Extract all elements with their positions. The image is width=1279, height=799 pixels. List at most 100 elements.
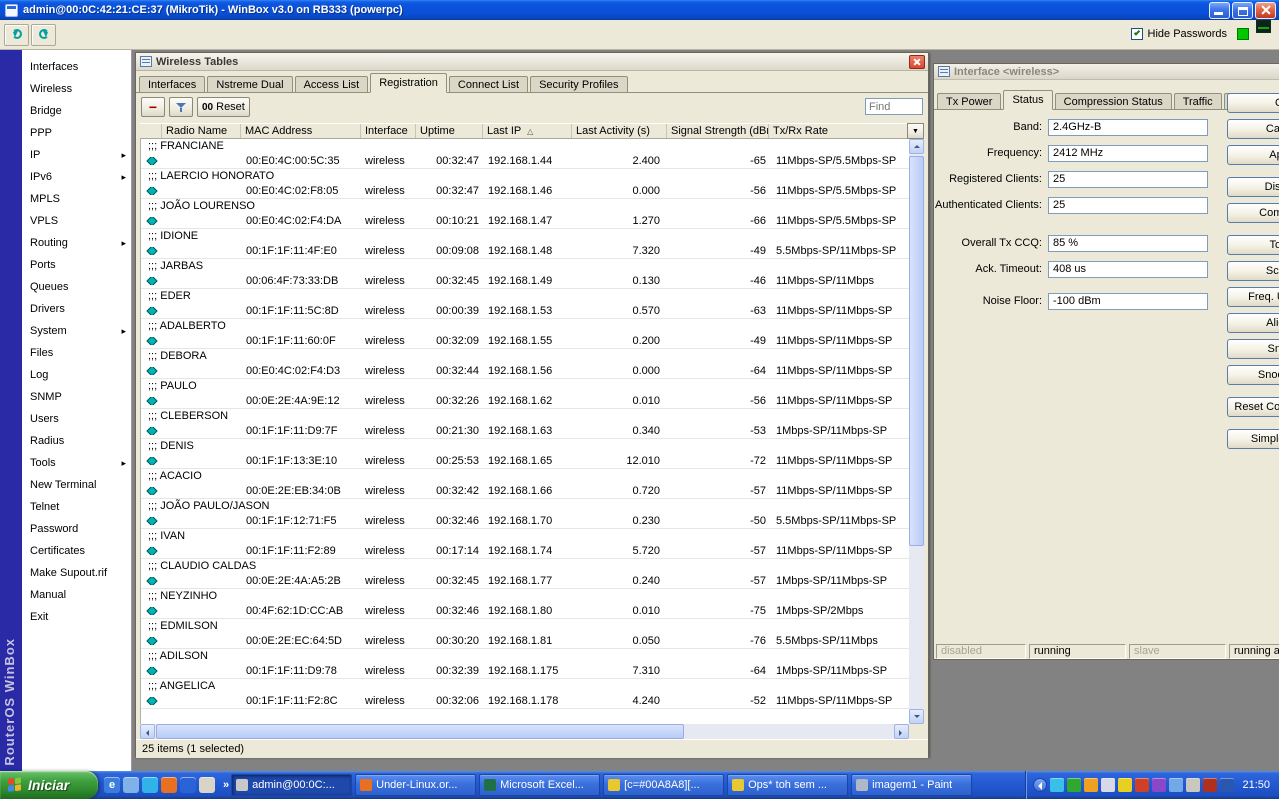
table-row[interactable]: ;;; EDER 00:1F:1F:11:5C:8D wireless 00:0…	[141, 289, 909, 319]
horizontal-scrollbar-thumb[interactable]	[156, 724, 684, 739]
tab[interactable]: Access List	[294, 76, 369, 93]
window-titlebar[interactable]: admin@00:0C:42:21:CE:37 (MikroTik) - Win…	[0, 0, 1279, 20]
sidebar-item[interactable]: New Terminal ▸	[22, 474, 131, 496]
show-desktop-icon[interactable]	[199, 777, 215, 793]
action-button[interactable]: Scan...	[1227, 261, 1279, 281]
table-row[interactable]: ;;; JOÃO PAULO/JASON 00:1F:1F:12:71:F5 w…	[141, 499, 909, 529]
undo-button[interactable]	[4, 24, 29, 46]
internet-explorer-icon[interactable]: e	[104, 777, 120, 793]
sidebar-item[interactable]: Manual ▸	[22, 584, 131, 606]
tray-collapse-icon[interactable]	[1033, 778, 1048, 792]
taskbar-task-button[interactable]: imagem1 - Paint	[851, 774, 973, 796]
redo-button[interactable]	[31, 24, 56, 46]
taskbar-task-button[interactable]: Ops* toh sem ...	[727, 774, 849, 796]
tab[interactable]: Compression Status	[1054, 93, 1172, 110]
network-icon[interactable]	[1050, 778, 1065, 792]
action-button[interactable]: Freq. Usage...	[1227, 287, 1279, 307]
table-row[interactable]: ;;; DEBORA 00:E0:4C:02:F4:D3 wireless 00…	[141, 349, 909, 379]
action-button[interactable]: Comment	[1227, 203, 1279, 223]
action-button[interactable]: Disable	[1227, 177, 1279, 197]
sidebar-item[interactable]: IPv6 ▸	[22, 166, 131, 188]
table-row[interactable]: ;;; DENIS 00:1F:1F:13:3E:10 wireless 00:…	[141, 439, 909, 469]
sidebar-item[interactable]: VPLS ▸	[22, 210, 131, 232]
close-window-button[interactable]	[909, 55, 925, 69]
update-icon[interactable]	[1118, 778, 1133, 792]
chevron-right-icon[interactable]: »	[221, 779, 231, 791]
flags-column-header[interactable]	[140, 124, 162, 138]
usb-icon[interactable]	[1169, 778, 1184, 792]
sidebar-item[interactable]: Make Supout.rif ▸	[22, 562, 131, 584]
scroll-up-icon[interactable]	[909, 139, 924, 154]
remove-button[interactable]: −	[141, 97, 165, 117]
tx-rx-rate-column-header[interactable]: Tx/Rx Rate	[769, 124, 909, 138]
sidebar-item[interactable]: Ports ▸	[22, 254, 131, 276]
tab[interactable]: Traffic	[1173, 93, 1222, 110]
table-row[interactable]: ;;; EDMILSON 00:0E:2E:EC:64:5D wireless …	[141, 619, 909, 649]
sidebar-item[interactable]: System ▸	[22, 320, 131, 342]
table-row[interactable]: ;;; CLAUDIO CALDAS 00:0E:2E:4A:A5:2B wir…	[141, 559, 909, 589]
horizontal-scrollbar[interactable]	[140, 724, 909, 739]
action-button[interactable]: OK	[1227, 93, 1279, 113]
scroll-right-icon[interactable]	[894, 724, 909, 739]
action-button[interactable]: Cancel	[1227, 119, 1279, 139]
reset-button[interactable]: 00 Reset	[197, 97, 250, 117]
media-player-icon[interactable]	[180, 777, 196, 793]
table-row[interactable]: ;;; NEYZINHO 00:4F:62:1D:CC:AB wireless …	[141, 589, 909, 619]
language-icon[interactable]	[1203, 778, 1218, 792]
table-row[interactable]: ;;; IDIONE 00:1F:1F:11:4F:E0 wireless 00…	[141, 229, 909, 259]
table-row[interactable]: ;;; IVAN 00:1F:1F:11:F2:89 wireless 00:1…	[141, 529, 909, 559]
sidebar-item[interactable]: IP ▸	[22, 144, 131, 166]
uptime-column-header[interactable]: Uptime	[416, 124, 483, 138]
sidebar-item[interactable]: Bridge ▸	[22, 100, 131, 122]
action-button[interactable]: Torch	[1227, 235, 1279, 255]
vertical-scrollbar[interactable]	[909, 139, 924, 724]
sidebar-item[interactable]: Interfaces ▸	[22, 56, 131, 78]
radio-name-column-header[interactable]: Radio Name	[162, 124, 241, 138]
action-button[interactable]: Reset Configuration	[1227, 397, 1279, 417]
sidebar-item[interactable]: Tools ▸	[22, 452, 131, 474]
sidebar-item[interactable]: Queues ▸	[22, 276, 131, 298]
sidebar-item[interactable]: Exit ▸	[22, 606, 131, 628]
tab[interactable]: Tx Power	[937, 93, 1002, 110]
action-button[interactable]: Sniff...	[1227, 339, 1279, 359]
start-button[interactable]: Iniciar	[0, 771, 98, 799]
tab[interactable]: Security Profiles	[530, 76, 628, 93]
table-row[interactable]: ;;; JOÃO LOURENSO 00:E0:4C:02:F4:DA wire…	[141, 199, 909, 229]
minimize-button[interactable]	[1209, 1, 1230, 19]
sidebar-item[interactable]: SNMP ▸	[22, 386, 131, 408]
tab[interactable]: Registration	[370, 73, 447, 93]
sidebar-item[interactable]: Users ▸	[22, 408, 131, 430]
sidebar-item[interactable]: Password ▸	[22, 518, 131, 540]
scroll-left-icon[interactable]	[140, 724, 155, 739]
vertical-scrollbar-thumb[interactable]	[909, 156, 924, 546]
find-input[interactable]	[865, 98, 923, 115]
sidebar-item[interactable]: Drivers ▸	[22, 298, 131, 320]
taskbar-task-button[interactable]: Microsoft Excel...	[479, 774, 601, 796]
tab[interactable]: Nstreme Dual	[207, 76, 293, 93]
sidebar-item[interactable]: MPLS ▸	[22, 188, 131, 210]
sidebar-item[interactable]: Log ▸	[22, 364, 131, 386]
sidebar-item[interactable]: Routing ▸	[22, 232, 131, 254]
wireless-tables-titlebar[interactable]: Wireless Tables	[136, 53, 928, 71]
tab[interactable]: Status	[1003, 90, 1053, 110]
table-row[interactable]: ;;; ADALBERTO 00:1F:1F:11:60:0F wireless…	[141, 319, 909, 349]
graphics-icon[interactable]	[1152, 778, 1167, 792]
action-button[interactable]: Snooper...	[1227, 365, 1279, 385]
sidebar-item[interactable]: PPP ▸	[22, 122, 131, 144]
msn-messenger-icon[interactable]	[142, 777, 158, 793]
messenger-icon[interactable]	[1084, 778, 1099, 792]
table-row[interactable]: ;;; ADILSON 00:1F:1F:11:D9:78 wireless 0…	[141, 649, 909, 679]
sidebar-item[interactable]: Telnet ▸	[22, 496, 131, 518]
last-activity-column-header[interactable]: Last Activity (s)	[572, 124, 667, 138]
tab[interactable]: Interfaces	[139, 76, 206, 93]
firefox-icon[interactable]	[161, 777, 177, 793]
table-row[interactable]: ;;; PAULO 00:0E:2E:4A:9E:12 wireless 00:…	[141, 379, 909, 409]
scheduler-icon[interactable]	[1220, 778, 1235, 792]
action-button[interactable]: Apply	[1227, 145, 1279, 165]
last-ip-column-header[interactable]: Last IP △	[483, 124, 572, 138]
tab[interactable]: Connect List	[448, 76, 529, 93]
filter-button[interactable]	[169, 97, 193, 117]
table-row[interactable]: ;;; LAERCIO HONORATO 00:E0:4C:02:F8:05 w…	[141, 169, 909, 199]
sidebar-item[interactable]: Files ▸	[22, 342, 131, 364]
table-row[interactable]: ;;; JARBAS 00:06:4F:73:33:DB wireless 00…	[141, 259, 909, 289]
